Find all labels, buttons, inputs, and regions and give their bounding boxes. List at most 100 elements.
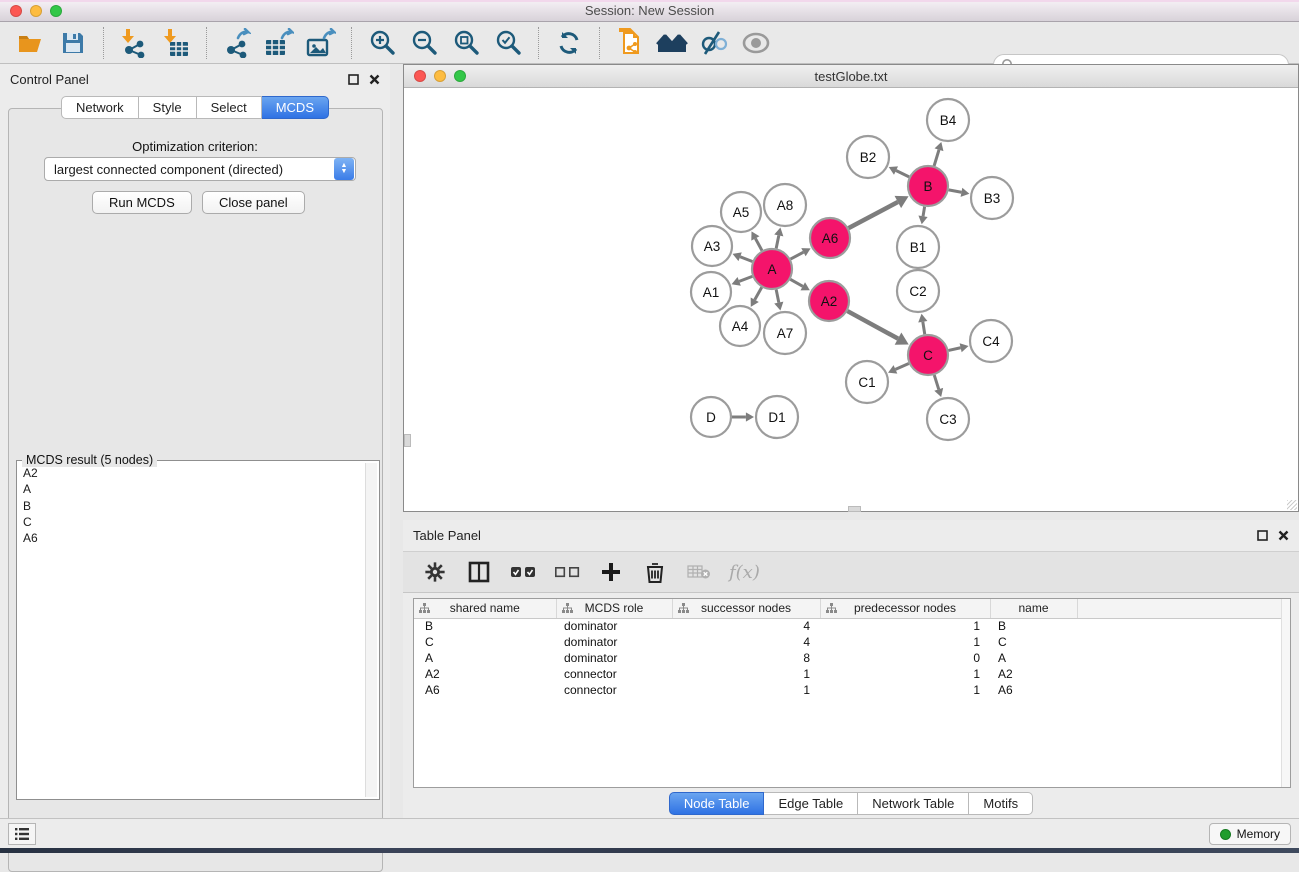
- add-column-icon[interactable]: [597, 558, 625, 586]
- cell[interactable]: 1: [672, 682, 820, 698]
- save-session-icon[interactable]: [56, 27, 90, 59]
- graph-node-A5[interactable]: A5: [721, 192, 761, 232]
- graph-node-A7[interactable]: A7: [764, 312, 806, 354]
- show-columns-icon[interactable]: [465, 558, 493, 586]
- show-details-icon[interactable]: [739, 27, 773, 59]
- tab-style[interactable]: Style: [139, 96, 197, 119]
- cell[interactable]: 1: [820, 666, 990, 682]
- hide-details-icon[interactable]: [697, 27, 731, 59]
- table-row[interactable]: A6connector11A6: [414, 682, 1290, 698]
- table-scrollbar[interactable]: [1281, 599, 1290, 787]
- graph-node-D1[interactable]: D1: [756, 396, 798, 438]
- edge-B-B3[interactable]: [949, 188, 970, 197]
- select-all-checkbox-icon[interactable]: [509, 558, 537, 586]
- graph-node-C3[interactable]: C3: [927, 398, 969, 440]
- zoom-fit-icon[interactable]: [449, 27, 483, 59]
- delete-table-icon[interactable]: [685, 558, 713, 586]
- network-zoom-button[interactable]: [454, 70, 466, 82]
- edge-A-A8[interactable]: [774, 228, 783, 249]
- graph-node-C2[interactable]: C2: [897, 270, 939, 312]
- graph-node-B1[interactable]: B1: [897, 226, 939, 268]
- cell[interactable]: 1: [672, 666, 820, 682]
- export-image-icon[interactable]: [304, 27, 338, 59]
- cell[interactable]: A6: [414, 682, 556, 698]
- edge-C-C1[interactable]: [888, 363, 909, 373]
- column-header-successor-nodes[interactable]: successor nodes: [672, 599, 820, 618]
- edge-A-A6[interactable]: [791, 248, 811, 259]
- edge-B-B2[interactable]: [889, 166, 909, 177]
- minimize-window-button[interactable]: [30, 5, 42, 17]
- cell[interactable]: A2: [414, 666, 556, 682]
- cell[interactable]: A6: [990, 682, 1077, 698]
- cell[interactable]: connector: [556, 682, 672, 698]
- table-options-icon[interactable]: [421, 558, 449, 586]
- float-panel-icon[interactable]: [348, 74, 359, 85]
- table-row[interactable]: Bdominator41B: [414, 618, 1290, 634]
- tab-edge-table[interactable]: Edge Table: [764, 792, 858, 815]
- network-minimize-button[interactable]: [434, 70, 446, 82]
- graph-node-A3[interactable]: A3: [692, 226, 732, 266]
- edge-C-C2[interactable]: [918, 314, 927, 335]
- graph-node-A4[interactable]: A4: [720, 306, 760, 346]
- edge-A6-B[interactable]: [849, 196, 909, 228]
- open-file-icon[interactable]: [14, 27, 48, 59]
- cell[interactable]: C: [414, 634, 556, 650]
- function-builder-icon[interactable]: f(x): [729, 558, 760, 586]
- graph-node-D[interactable]: D: [691, 397, 731, 437]
- cell[interactable]: 1: [820, 634, 990, 650]
- cell[interactable]: 8: [672, 650, 820, 666]
- column-header-shared-name[interactable]: shared name: [414, 599, 556, 618]
- result-scrollbar[interactable]: [365, 463, 377, 797]
- graph-node-A1[interactable]: A1: [691, 272, 731, 312]
- graph-node-A6[interactable]: A6: [810, 218, 850, 258]
- edge-A-A4[interactable]: [751, 287, 762, 307]
- memory-button[interactable]: Memory: [1209, 823, 1291, 845]
- splitter-grip[interactable]: [404, 434, 411, 447]
- cell[interactable]: B: [414, 618, 556, 634]
- table-row[interactable]: A2connector11A2: [414, 666, 1290, 682]
- cell[interactable]: 1: [820, 618, 990, 634]
- column-header-MCDS-role[interactable]: MCDS role: [556, 599, 672, 618]
- close-panel-icon[interactable]: [1278, 530, 1289, 541]
- export-network-icon[interactable]: [220, 27, 254, 59]
- close-panel-icon[interactable]: [369, 74, 380, 85]
- import-network-icon[interactable]: [117, 27, 151, 59]
- network-window-titlebar[interactable]: testGlobe.txt: [404, 65, 1298, 88]
- graph-node-C4[interactable]: C4: [970, 320, 1012, 362]
- cell[interactable]: C: [990, 634, 1077, 650]
- network-close-button[interactable]: [414, 70, 426, 82]
- edge-B-B1[interactable]: [918, 207, 927, 225]
- edge-A-A5[interactable]: [751, 231, 762, 250]
- export-table-icon[interactable]: [262, 27, 296, 59]
- graph-node-B[interactable]: B: [908, 166, 948, 206]
- cell[interactable]: 4: [672, 618, 820, 634]
- cell[interactable]: 4: [672, 634, 820, 650]
- column-header-name[interactable]: name: [990, 599, 1077, 618]
- zoom-selected-icon[interactable]: [491, 27, 525, 59]
- float-panel-icon[interactable]: [1257, 530, 1268, 541]
- network-canvas[interactable]: B4B2BB3A5A8A6A3B1AA1C2A2A4A7C4CC1C3DD1: [404, 88, 1298, 511]
- graph-node-A[interactable]: A: [752, 249, 792, 289]
- cell[interactable]: B: [990, 618, 1077, 634]
- refresh-layout-icon[interactable]: [552, 27, 586, 59]
- optimization-criterion-select[interactable]: largest connected component (directed) ▲…: [44, 157, 356, 181]
- deselect-all-checkbox-icon[interactable]: [553, 558, 581, 586]
- resize-grip[interactable]: [1287, 500, 1297, 510]
- graph-node-C1[interactable]: C1: [846, 361, 888, 403]
- network-overview-icon[interactable]: [613, 27, 647, 59]
- edge-C-C3[interactable]: [934, 375, 943, 397]
- edge-A2-C[interactable]: [847, 311, 908, 345]
- table-row[interactable]: Cdominator41C: [414, 634, 1290, 650]
- cell[interactable]: A2: [990, 666, 1077, 682]
- zoom-window-button[interactable]: [50, 5, 62, 17]
- graph-node-A2[interactable]: A2: [809, 281, 849, 321]
- close-panel-button[interactable]: Close panel: [202, 191, 305, 214]
- cell[interactable]: connector: [556, 666, 672, 682]
- splitter-grip[interactable]: [848, 506, 861, 512]
- tab-motifs[interactable]: Motifs: [969, 792, 1033, 815]
- cell[interactable]: dominator: [556, 634, 672, 650]
- edge-A-A3[interactable]: [733, 252, 753, 261]
- tab-network-table[interactable]: Network Table: [858, 792, 969, 815]
- column-header-predecessor-nodes[interactable]: predecessor nodes: [820, 599, 990, 618]
- cell[interactable]: dominator: [556, 650, 672, 666]
